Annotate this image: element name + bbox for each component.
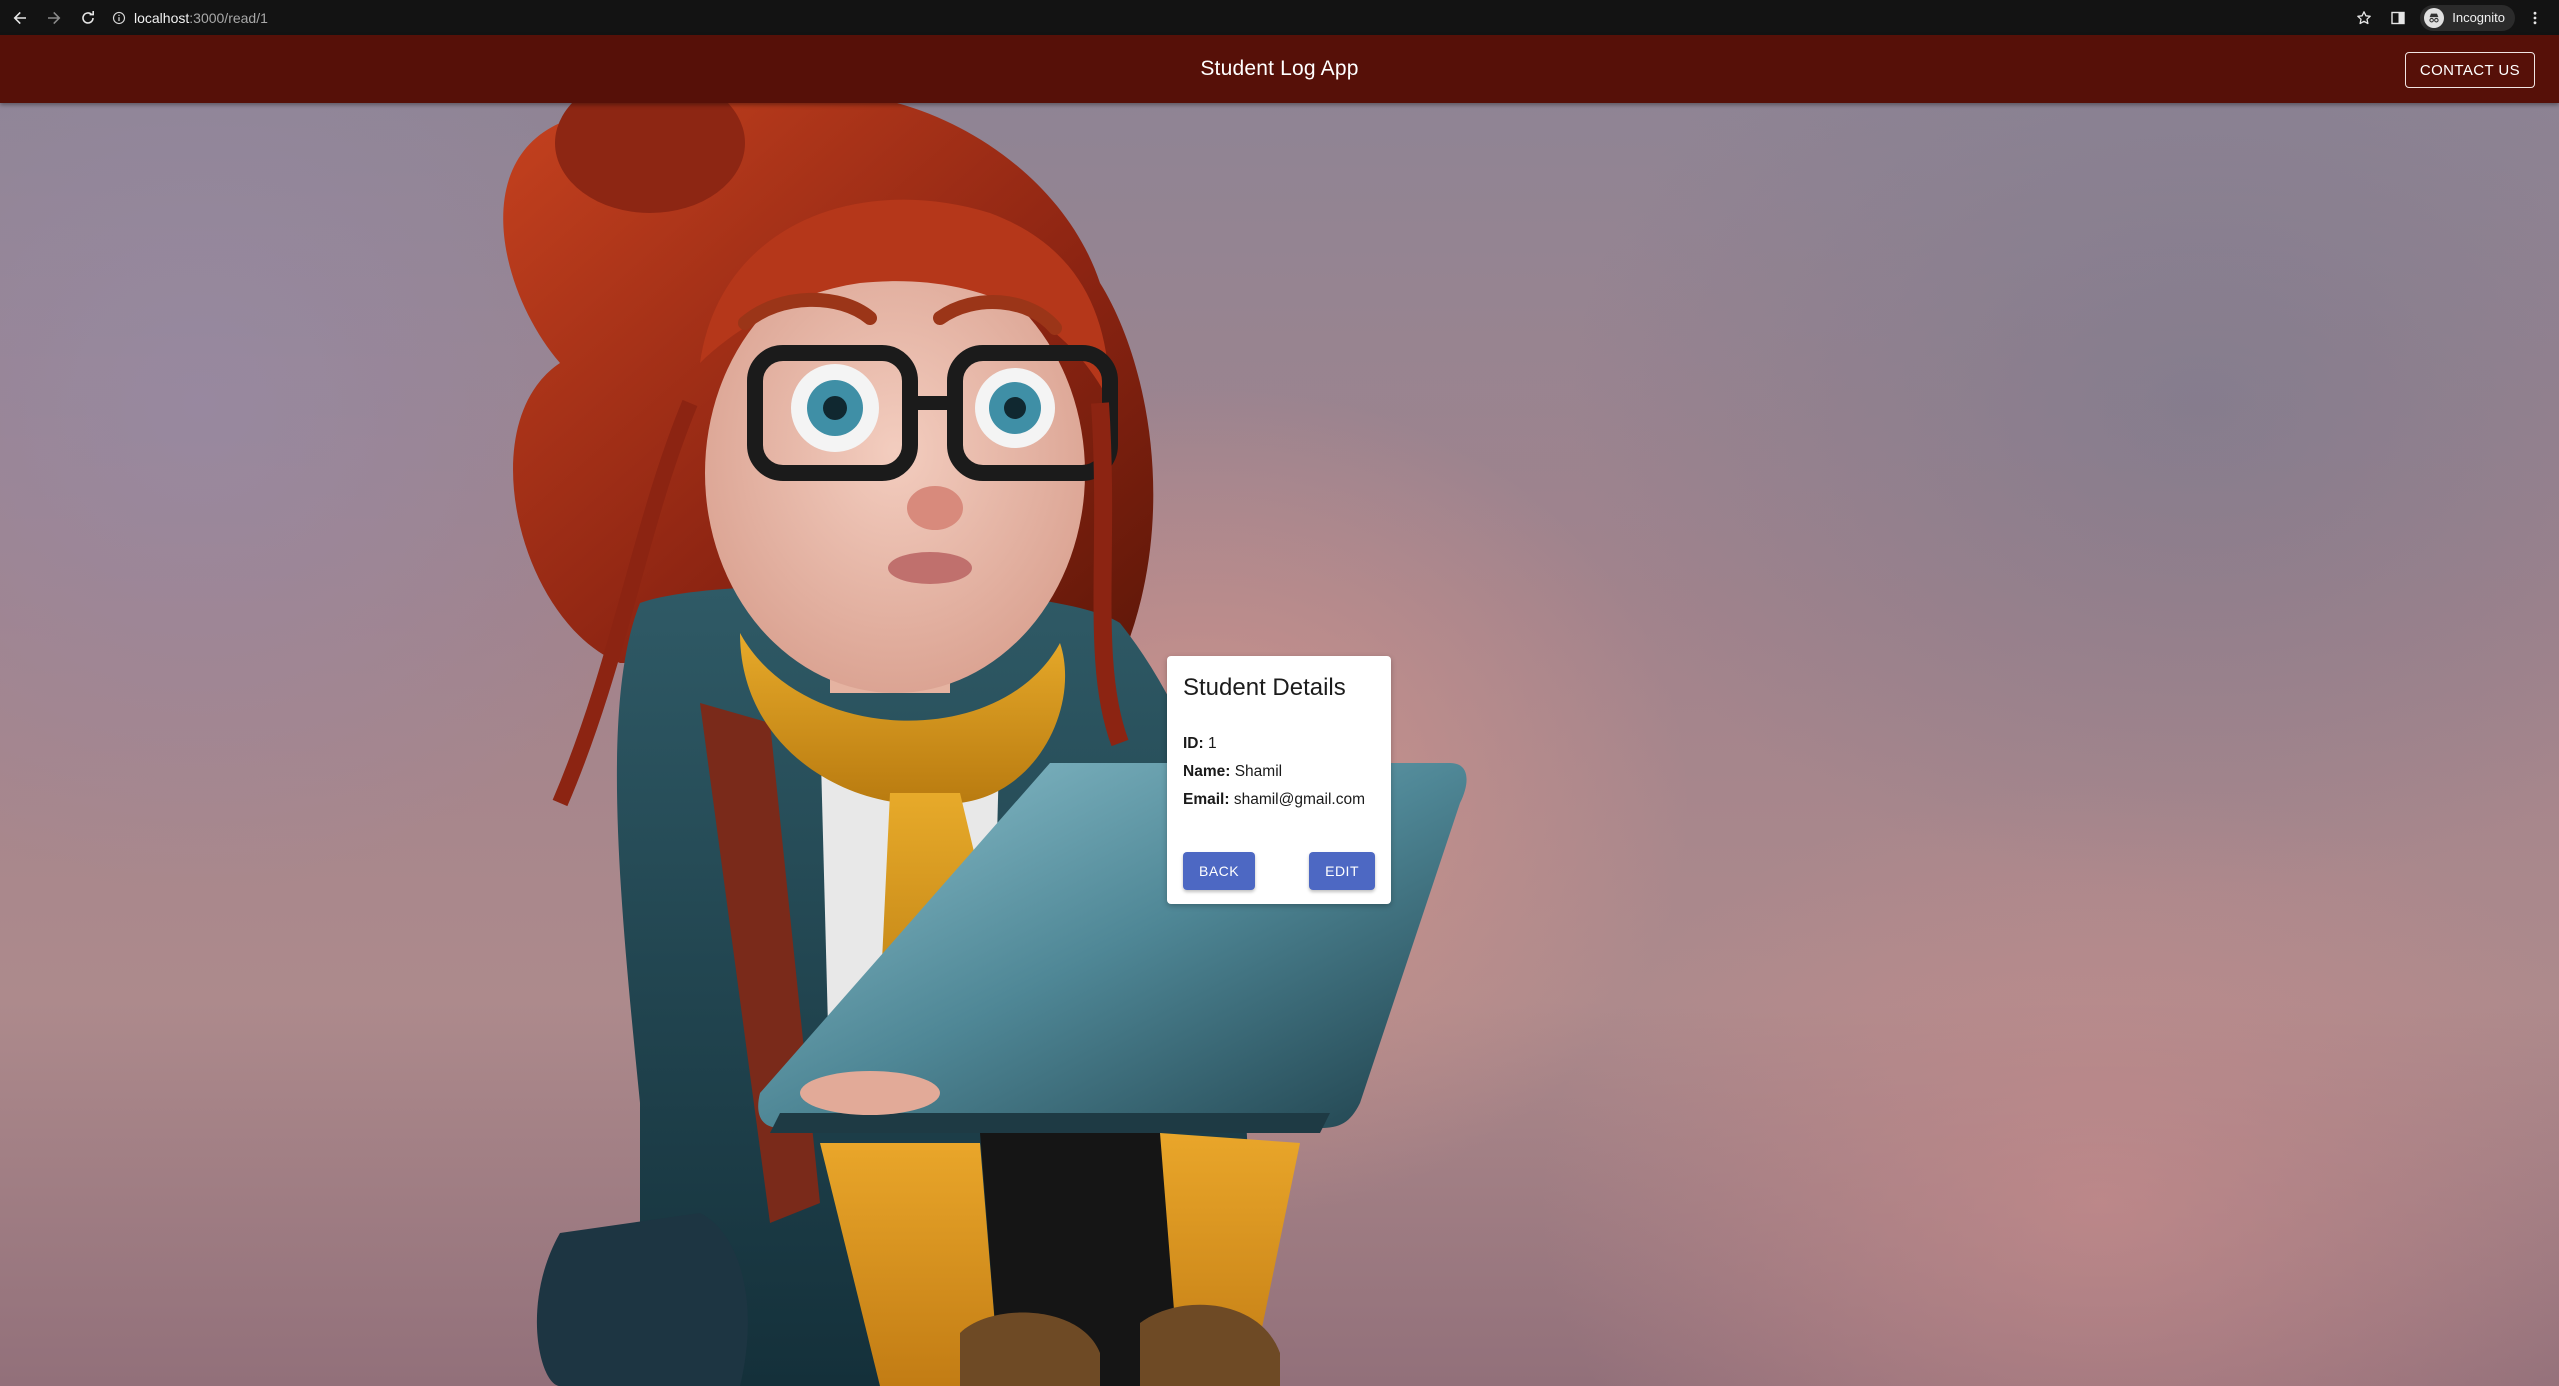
address-bar[interactable]: localhost:3000/read/1 (112, 5, 268, 31)
detail-email: Email: shamil@gmail.com (1183, 786, 1375, 814)
star-icon[interactable] (2350, 4, 2378, 32)
app-title: Student Log App (1200, 57, 1359, 80)
forward-arrow-icon[interactable] (40, 4, 68, 32)
card-actions: BACK EDIT (1183, 852, 1375, 890)
detail-name: Name: Shamil (1183, 758, 1375, 786)
incognito-badge[interactable]: Incognito (2420, 4, 2515, 31)
url-host: localhost (134, 9, 190, 26)
contact-us-button[interactable]: CONTACT US (2404, 52, 2535, 88)
side-panel-icon[interactable] (2384, 4, 2412, 32)
detail-label: Name: (1183, 763, 1231, 780)
back-arrow-icon[interactable] (6, 4, 34, 32)
detail-value: shamil@gmail.com (1233, 791, 1365, 808)
info-icon[interactable] (112, 11, 126, 25)
detail-value: Shamil (1234, 763, 1283, 780)
card-title: Student Details (1183, 674, 1346, 701)
app-header: Student Log App CONTACT US (0, 35, 2559, 103)
detail-list: ID: 1 Name: Shamil Email: shamil@gmail.c… (1183, 730, 1375, 814)
browser-actions: Incognito (2344, 4, 2559, 32)
incognito-icon (2424, 7, 2445, 28)
detail-label: ID: (1183, 735, 1204, 752)
detail-id: ID: 1 (1183, 730, 1375, 758)
reload-icon[interactable] (74, 4, 102, 32)
incognito-label: Incognito (2452, 10, 2505, 25)
browser-toolbar: localhost:3000/read/1 Incognito (0, 0, 2559, 35)
more-vert-icon[interactable] (2521, 4, 2549, 32)
back-button[interactable]: BACK (1183, 852, 1256, 890)
student-details-card: Student Details ID: 1 Name: Shamil Email… (1167, 656, 1391, 904)
url-path: :3000/read/1 (189, 9, 268, 26)
edit-button[interactable]: EDIT (1309, 852, 1375, 890)
detail-label: Email: (1183, 791, 1230, 808)
detail-value: 1 (1207, 735, 1217, 752)
